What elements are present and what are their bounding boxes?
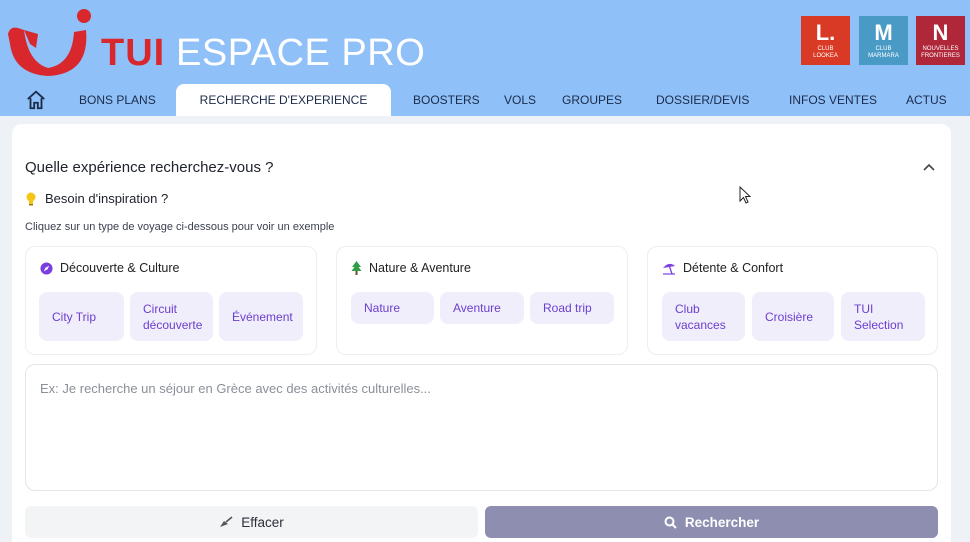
brand-nouvelles-frontieres[interactable]: N NOUVELLES FRONTIERES xyxy=(916,16,965,65)
search-button-label: Rechercher xyxy=(684,514,760,530)
brand-club-lookea[interactable]: L. CLUB LOOKEA xyxy=(801,16,850,65)
nav-recherche-experience[interactable]: RECHERCHE D'EXPERIENCE xyxy=(176,84,391,116)
tree-icon xyxy=(351,261,362,275)
brand-line1: NOUVELLES xyxy=(922,46,959,52)
inspiration-hint: Cliquez sur un type de voyage ci-dessous… xyxy=(25,221,335,233)
search-icon xyxy=(664,516,677,529)
brand-line1: CLUB xyxy=(817,46,834,52)
mouse-cursor-icon xyxy=(739,186,752,204)
nav-groupes[interactable]: GROUPES xyxy=(562,84,622,116)
chip-circuit-decouverte[interactable]: Circuit découverte xyxy=(130,292,213,341)
logo-tui-text: TUI xyxy=(101,32,166,74)
chip-nature[interactable]: Nature xyxy=(351,292,434,324)
experience-search-input[interactable] xyxy=(25,364,938,491)
category-title: Nature & Aventure xyxy=(351,261,471,275)
compass-icon xyxy=(40,261,53,275)
logo-espace-pro-text: ESPACE PRO xyxy=(176,32,426,74)
broom-icon xyxy=(220,516,233,527)
category-nature-aventure: Nature & Aventure Nature Aventure Road t… xyxy=(336,246,628,355)
category-title: Détente & Confort xyxy=(662,261,783,275)
chip-tui-selection[interactable]: TUI Selection xyxy=(841,292,925,341)
nav-boosters[interactable]: BOOSTERS xyxy=(413,84,480,116)
category-title-text: Découverte & Culture xyxy=(60,261,180,275)
site-header: TUI ESPACE PRO L. CLUB LOOKEA M CLUB MAR… xyxy=(0,0,970,116)
inspiration-text: Besoin d'inspiration ? xyxy=(45,191,169,206)
lightbulb-icon xyxy=(26,192,36,205)
main-nav: BONS PLANS RECHERCHE D'EXPERIENCE BOOSTE… xyxy=(0,84,970,116)
category-decouverte-culture: Découverte & Culture City Trip Circuit d… xyxy=(25,246,317,355)
chip-aventure[interactable]: Aventure xyxy=(440,292,524,324)
brand-line2: FRONTIERES xyxy=(921,53,960,59)
category-detente-confort: Détente & Confort Club vacances Croisièr… xyxy=(647,246,938,355)
brand-line2: MARMARA xyxy=(868,53,899,59)
clear-button[interactable]: Effacer xyxy=(25,506,478,538)
category-title-text: Nature & Aventure xyxy=(369,261,471,275)
brand-line1: CLUB xyxy=(875,46,892,52)
clear-button-label: Effacer xyxy=(241,514,284,530)
chevron-up-icon[interactable] xyxy=(921,160,937,176)
category-title: Découverte & Culture xyxy=(40,261,180,275)
nav-actus[interactable]: ACTUS xyxy=(906,84,947,116)
inspiration-heading: Besoin d'inspiration ? xyxy=(25,191,168,206)
home-icon[interactable] xyxy=(25,89,47,111)
chip-road-trip[interactable]: Road trip xyxy=(530,292,614,324)
nav-vols[interactable]: VOLS xyxy=(504,84,536,116)
nav-dossier-devis[interactable]: DOSSIER/DEVIS xyxy=(656,84,749,116)
nav-bons-plans[interactable]: BONS PLANS xyxy=(79,84,156,116)
brand-glyph: N xyxy=(932,20,949,45)
chip-evenement[interactable]: Événement xyxy=(219,292,303,341)
page-title: Quelle expérience recherchez-vous ? xyxy=(25,159,274,176)
chip-croisiere[interactable]: Croisière xyxy=(752,292,834,341)
chip-club-vacances[interactable]: Club vacances xyxy=(662,292,745,341)
brand-line2: LOOKEA xyxy=(813,53,838,59)
chip-city-trip[interactable]: City Trip xyxy=(39,292,124,341)
nav-infos-ventes[interactable]: INFOS VENTES xyxy=(789,84,877,116)
tui-smile-logo[interactable] xyxy=(4,4,98,76)
search-button[interactable]: Rechercher xyxy=(485,506,938,538)
brand-club-marmara[interactable]: M CLUB MARMARA xyxy=(859,16,908,65)
brand-glyph: M xyxy=(874,20,893,45)
brand-glyph: L. xyxy=(815,20,836,45)
beach-umbrella-icon xyxy=(663,263,675,275)
category-title-text: Détente & Confort xyxy=(683,261,784,275)
